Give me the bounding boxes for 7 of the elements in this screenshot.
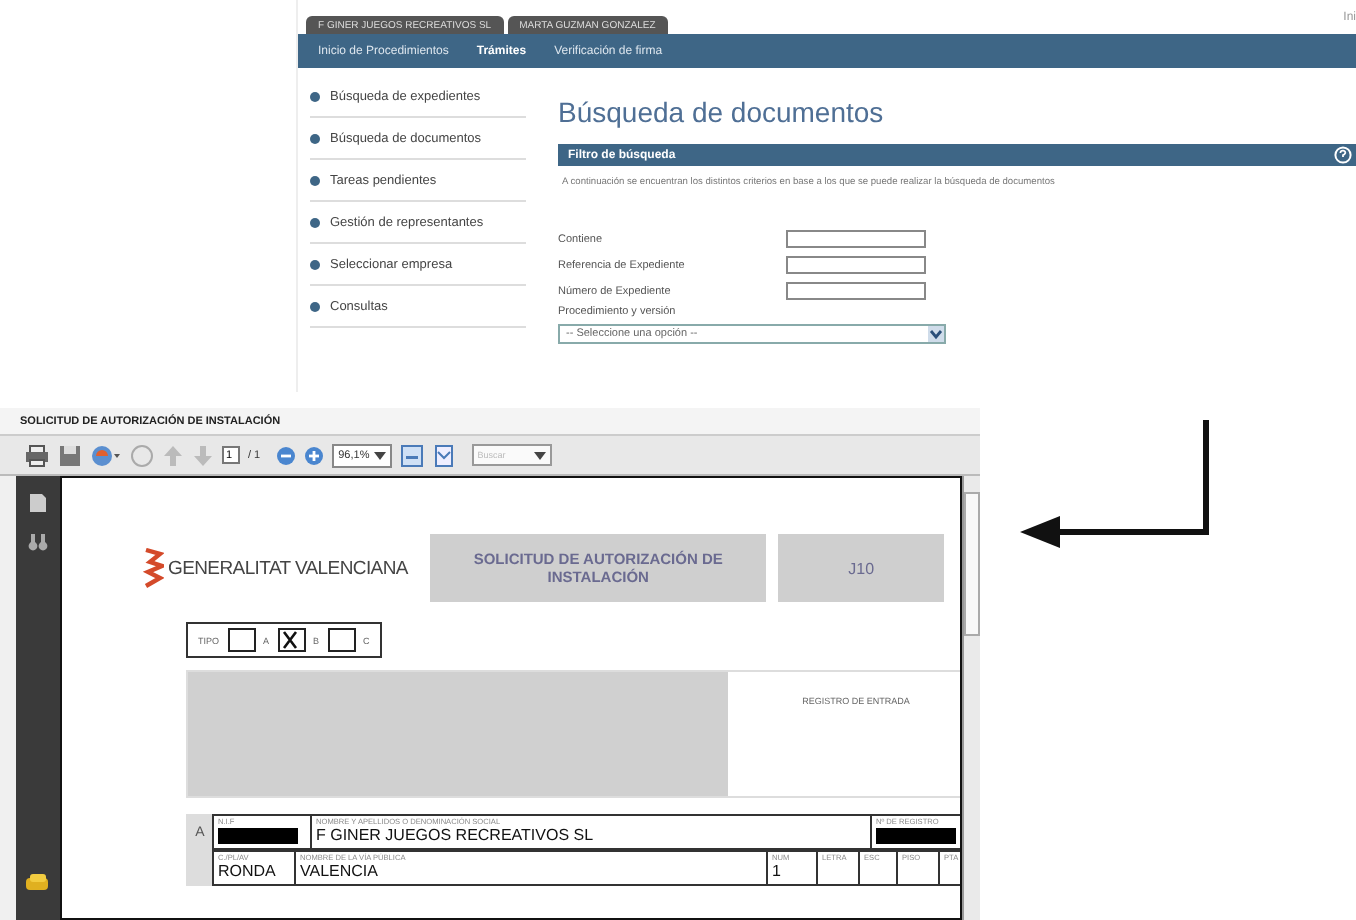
cell-value: F GINER JUEGOS RECREATIVOS SL — [316, 826, 596, 844]
cell-value: RONDA — [218, 862, 278, 880]
page-title: Búsqueda de documentos — [558, 96, 886, 128]
cell-value: 1 — [772, 862, 783, 880]
cell-value: VALENCIA — [300, 862, 380, 880]
logo-text: GENERALITAT VALENCIANA — [168, 557, 408, 579]
form-code: J10 — [778, 534, 944, 602]
